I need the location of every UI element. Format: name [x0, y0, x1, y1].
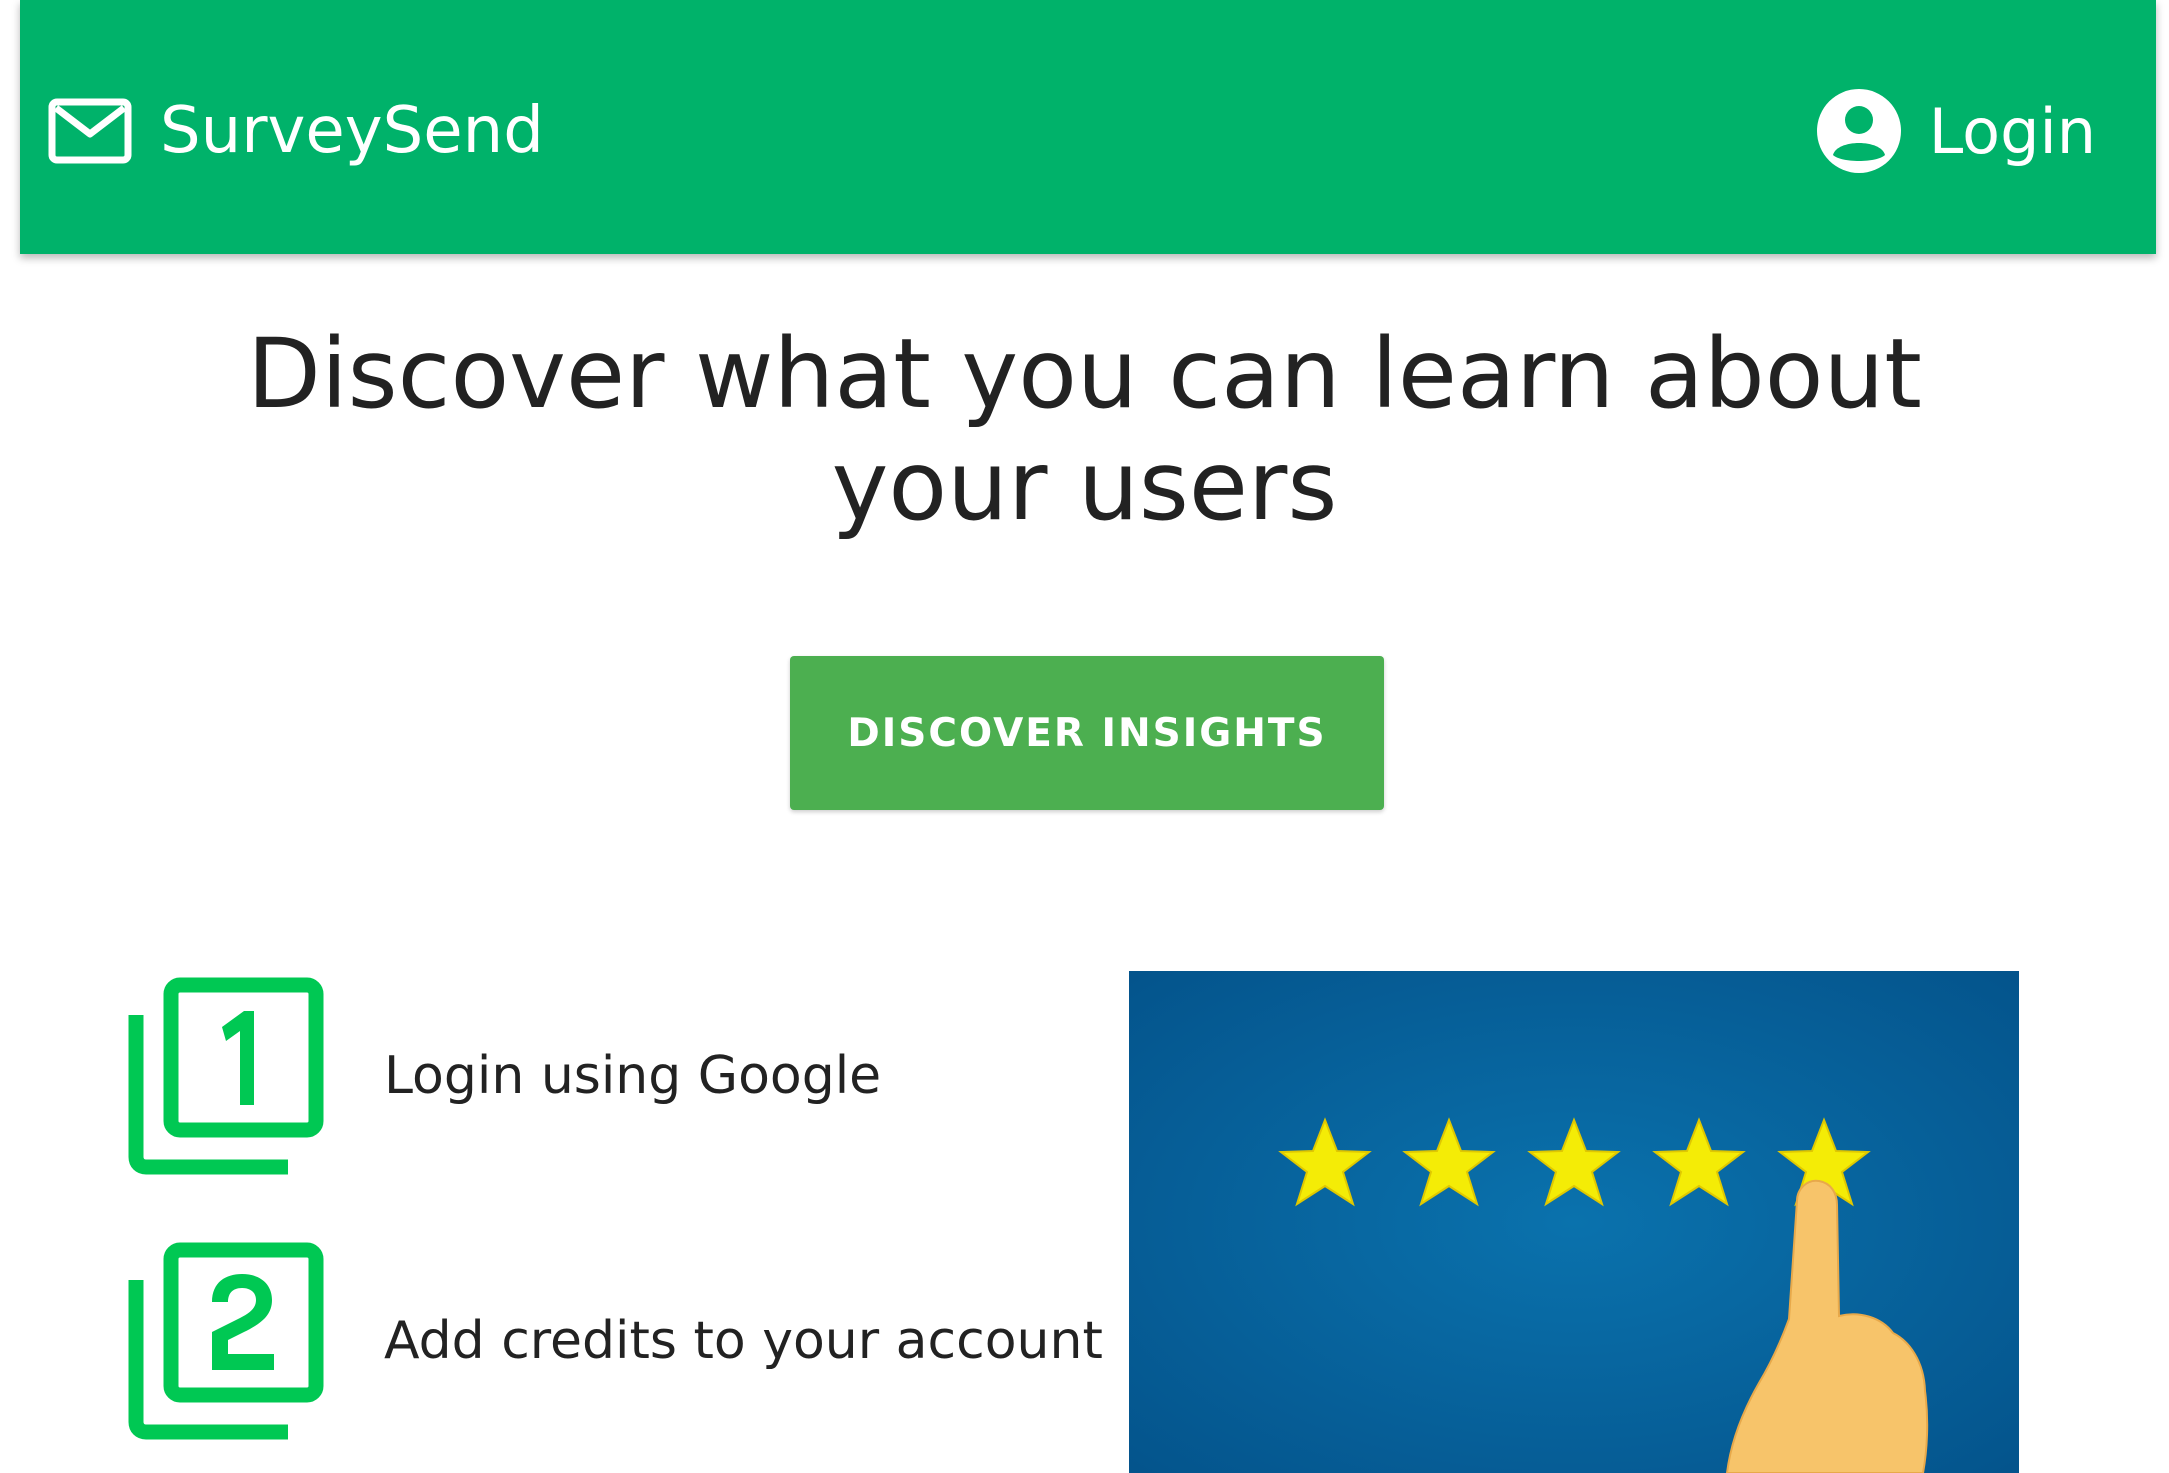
login-button[interactable]: Login — [1816, 0, 2096, 262]
discover-insights-button[interactable]: DISCOVER INSIGHTS — [790, 656, 1384, 810]
app-bar: SurveySend Login — [20, 0, 2156, 254]
filter-2-icon — [128, 1242, 324, 1440]
five-star-rating-image — [1129, 971, 2019, 1473]
step-item-2: Add credits to your account — [126, 1242, 1103, 1440]
account-circle-icon — [1816, 89, 1901, 173]
page: SurveySend Login Discover what you can l… — [0, 0, 2169, 1473]
step-item-1: Login using Google — [126, 977, 881, 1175]
hero-title: Discover what you can learn about your u… — [0, 318, 2169, 542]
hero-title-line-2: your users — [831, 430, 1338, 542]
step-label: Add credits to your account — [384, 1311, 1103, 1371]
hero-title-line-1: Discover what you can learn about — [247, 318, 1922, 430]
brand-name: SurveySend — [160, 94, 544, 168]
filter-1-icon — [128, 977, 324, 1175]
mail-icon — [48, 98, 132, 164]
login-label: Login — [1928, 94, 2096, 168]
brand-link[interactable]: SurveySend — [48, 0, 544, 262]
step-label: Login using Google — [384, 1046, 882, 1106]
